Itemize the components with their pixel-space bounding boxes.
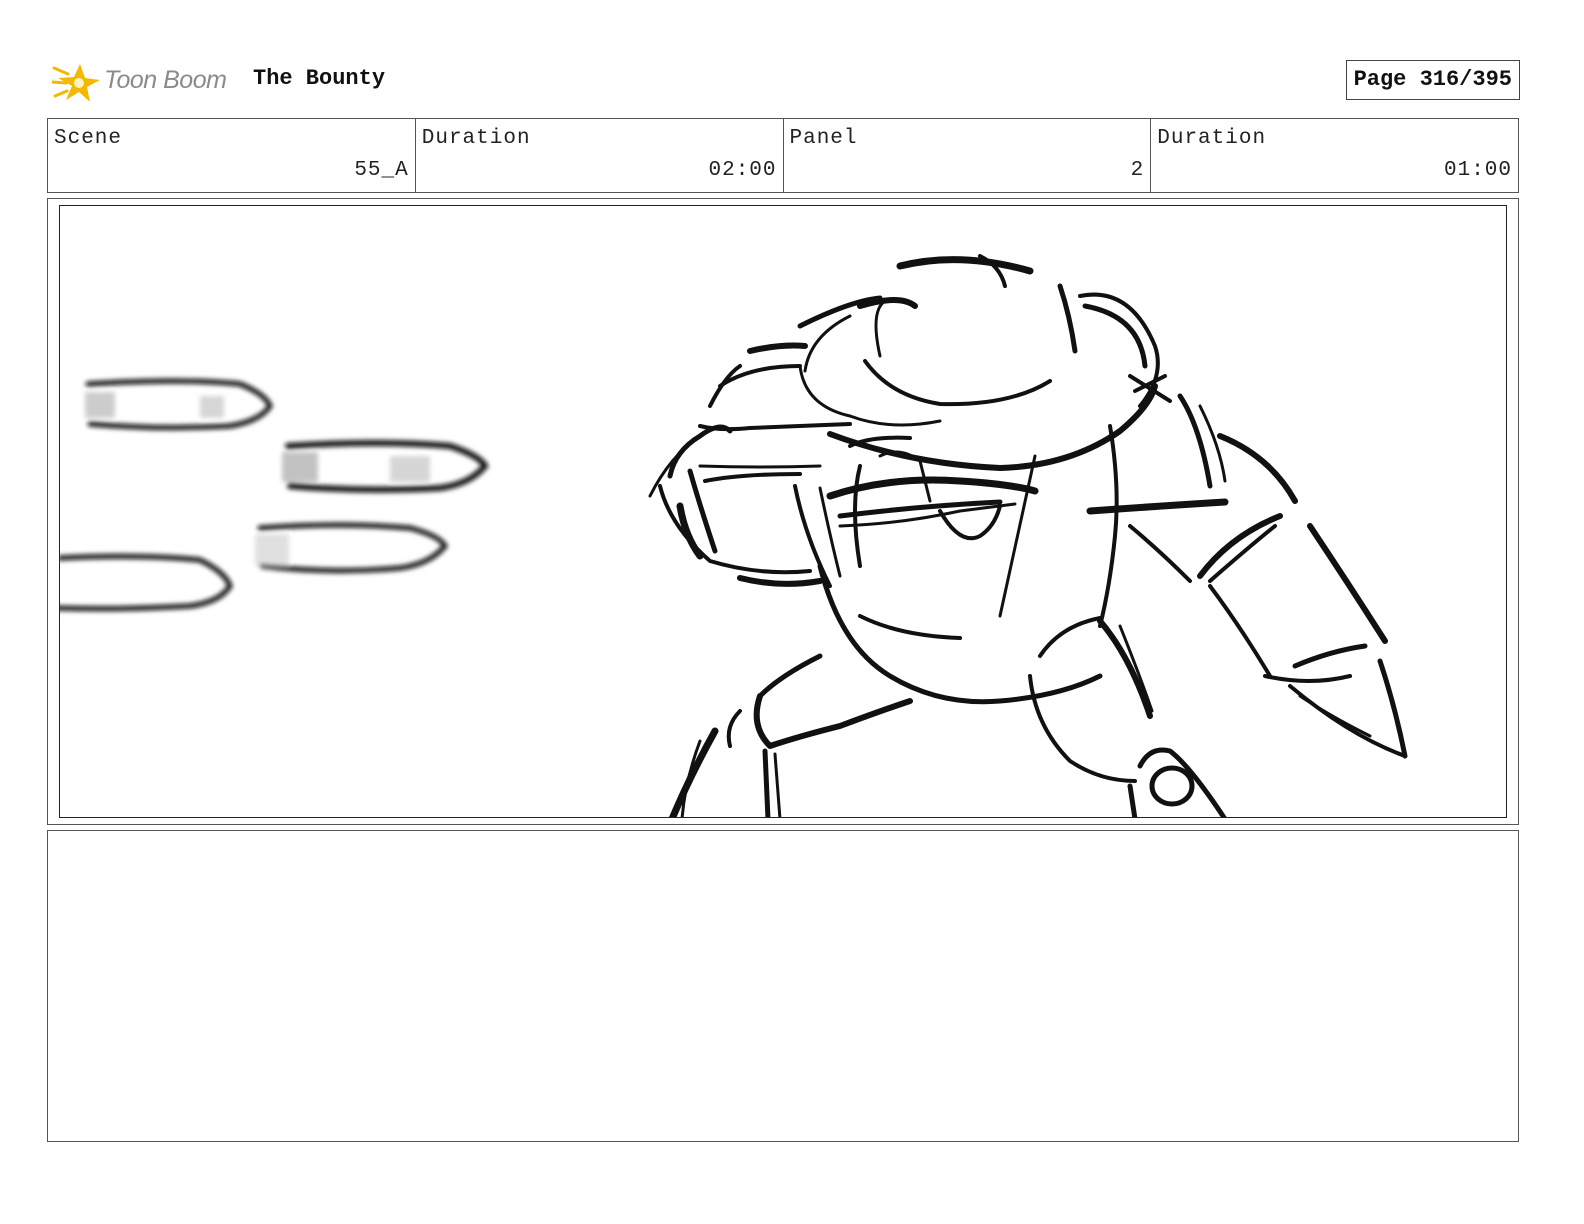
scene-duration-label: Duration [421,127,531,150]
panel-duration-cell: Duration 01:00 [1151,119,1518,192]
panel-cell: Panel 2 [784,119,1152,192]
storyboard-drawing [59,205,1507,818]
bullet-sketches [60,378,489,612]
character-sketch [648,254,1408,817]
logo-wordmark: Toon Boom [104,66,227,94]
toon-boom-logo: Toon Boom [50,56,242,108]
scene-duration-value: 02:00 [708,159,777,182]
scene-label: Scene [54,127,123,150]
panel-label: Panel [789,127,858,150]
panel-value: 2 [1130,159,1145,182]
panel-notes-box [47,830,1519,1142]
scene-cell: Scene 55_A [48,119,416,192]
panel-info-table: Scene 55_A Duration 02:00 Panel 2 Durati… [47,118,1519,193]
scene-duration-cell: Duration 02:00 [416,119,784,192]
sketch-illustration [60,254,1408,817]
panel-duration-label: Duration [1157,127,1267,150]
scene-value: 55_A [354,159,409,182]
page-number: Page 316/395 [1345,60,1520,100]
starburst-icon [50,64,100,102]
panel-duration-value: 01:00 [1443,159,1512,182]
storyboard-panel-frame [47,198,1519,825]
project-title: The Bounty [253,66,386,91]
page-header: Toon Boom The Bounty Page 316/395 [48,52,1520,112]
